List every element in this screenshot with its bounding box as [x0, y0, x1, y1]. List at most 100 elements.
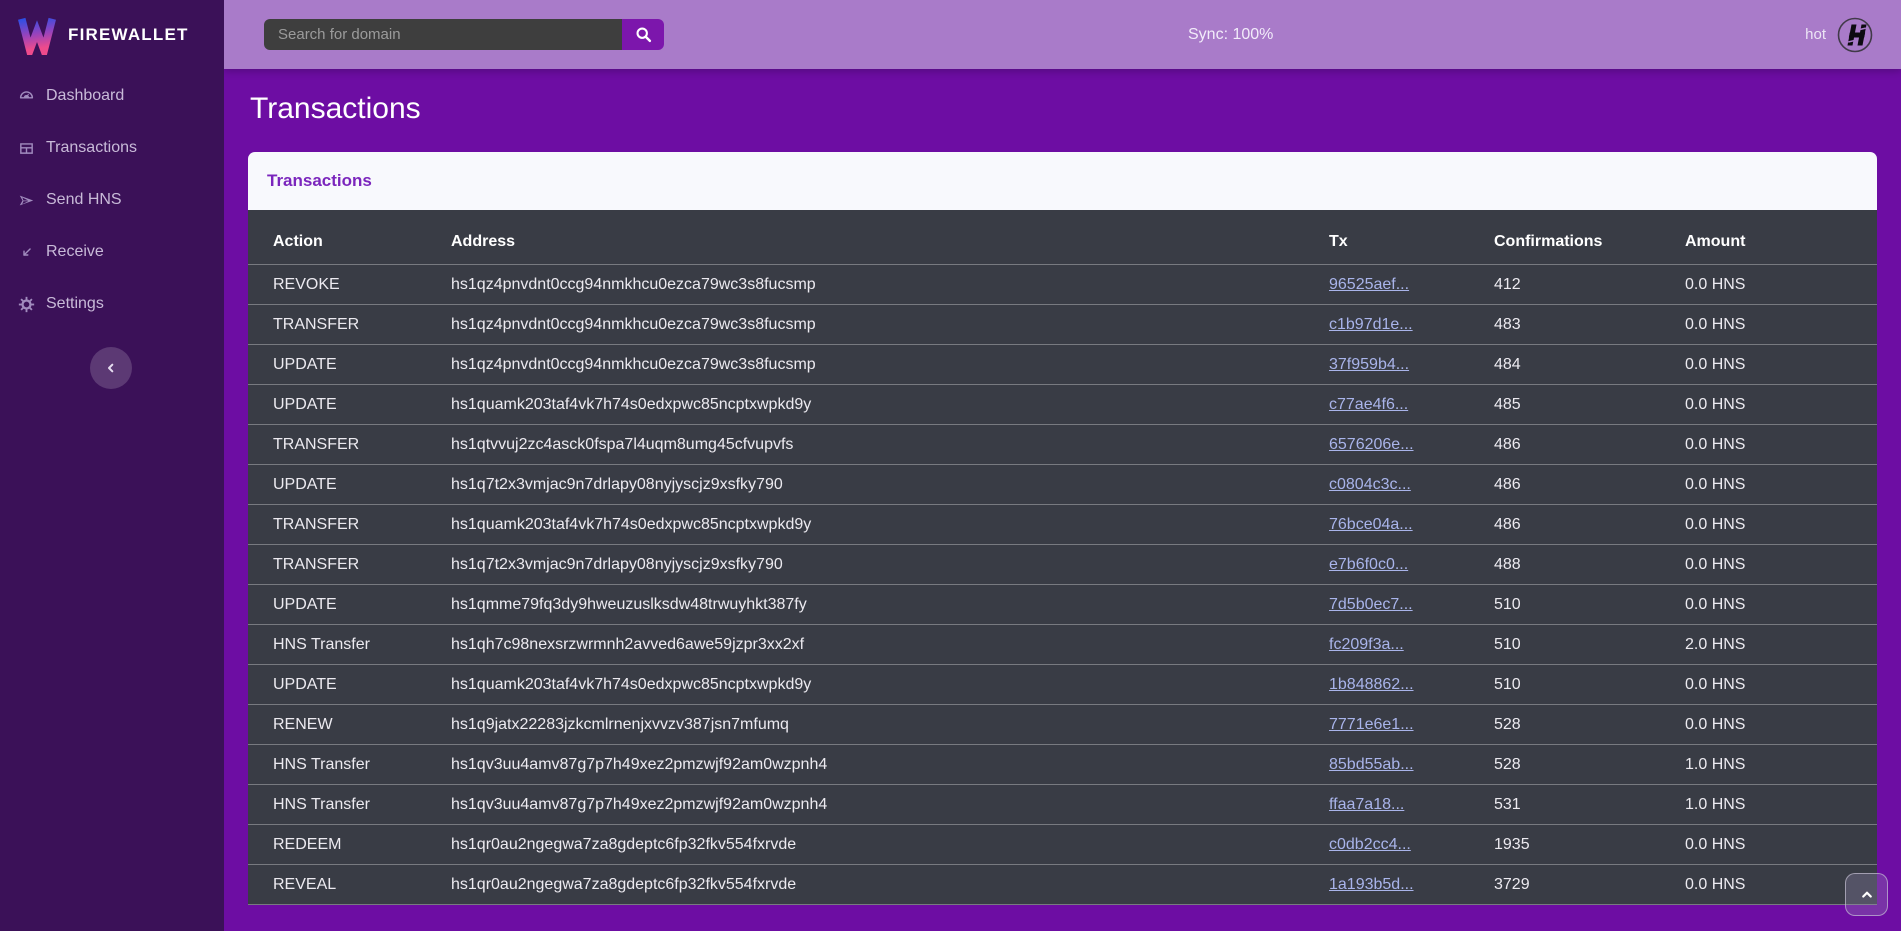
search-button[interactable]	[622, 19, 664, 50]
tx-link[interactable]: 85bd55ab...	[1329, 756, 1414, 773]
tx-confirmations: 528	[1494, 745, 1685, 785]
tx-address: hs1qz4pnvdnt0ccg94nmkhcu0ezca79wc3s8fucs…	[451, 345, 1329, 385]
tx-confirmations: 486	[1494, 505, 1685, 545]
page-title: Transactions	[250, 89, 1877, 129]
topbar: Sync: 100% hot	[224, 0, 1901, 69]
tx-link[interactable]: fc209f3a...	[1329, 636, 1404, 653]
table-row: TRANSFER hs1qz4pnvdnt0ccg94nmkhcu0ezca79…	[248, 305, 1877, 345]
search-input[interactable]	[264, 19, 622, 50]
tx-link[interactable]: 7d5b0ec7...	[1329, 596, 1413, 613]
tx-link[interactable]: c0db2cc4...	[1329, 836, 1411, 853]
tx-action: UPDATE	[248, 665, 451, 705]
tx-link[interactable]: 37f959b4...	[1329, 356, 1409, 373]
tx-confirmations: 531	[1494, 785, 1685, 825]
sidebar-nav: Dashboard Transactions Send HNS Receive …	[0, 69, 224, 330]
tx-action: TRANSFER	[248, 505, 451, 545]
tx-link[interactable]: 1a193b5d...	[1329, 876, 1414, 893]
tx-confirmations: 510	[1494, 625, 1685, 665]
transactions-icon	[18, 140, 35, 157]
tx-link[interactable]: c77ae4f6...	[1329, 396, 1408, 413]
scroll-to-top-button[interactable]	[1845, 873, 1888, 916]
table-row: UPDATE hs1quamk203taf4vk7h74s0edxpwc85nc…	[248, 665, 1877, 705]
tx-address: hs1qh7c98nexsrzwrmnh2avved6awe59jzpr3xx2…	[451, 625, 1329, 665]
firewallet-logo-icon	[16, 15, 58, 55]
table-row: REVOKE hs1qz4pnvdnt0ccg94nmkhcu0ezca79wc…	[248, 265, 1877, 305]
tx-confirmations: 510	[1494, 585, 1685, 625]
tx-amount: 0.0 HNS	[1685, 465, 1877, 505]
tx-action: RENEW	[248, 705, 451, 745]
tx-confirmations: 3729	[1494, 865, 1685, 905]
sidebar-item-receive[interactable]: Receive	[0, 226, 224, 278]
tx-link[interactable]: ffaa7a18...	[1329, 796, 1404, 813]
tx-confirmations: 1935	[1494, 825, 1685, 865]
sidebar: FIREWALLET Dashboard Transactions Send H…	[0, 0, 224, 931]
tx-action: REDEEM	[248, 825, 451, 865]
tx-action: UPDATE	[248, 345, 451, 385]
sidebar-item-transactions[interactable]: Transactions	[0, 122, 224, 174]
wallet-switcher: hot	[1805, 0, 1875, 69]
tx-confirmations: 483	[1494, 305, 1685, 345]
table-row: REDEEM hs1qr0au2ngegwa7za8gdeptc6fp32fkv…	[248, 825, 1877, 865]
handshake-logo-icon[interactable]	[1835, 15, 1875, 55]
tx-action: UPDATE	[248, 465, 451, 505]
tx-amount: 0.0 HNS	[1685, 825, 1877, 865]
tx-link[interactable]: 96525aef...	[1329, 276, 1409, 293]
tx-address: hs1q7t2x3vmjac9n7drlapy08nyjyscjz9xsfky7…	[451, 465, 1329, 505]
tx-link[interactable]: 1b848862...	[1329, 676, 1414, 693]
tx-confirmations: 485	[1494, 385, 1685, 425]
app-title: FIREWALLET	[68, 25, 189, 45]
tx-address: hs1qtvvuj2zc4asck0fspa7l4uqm8umg45cfvupv…	[451, 425, 1329, 465]
transactions-card: Transactions ActionAddressTxConfirmation…	[248, 152, 1877, 905]
tx-link[interactable]: 6576206e...	[1329, 436, 1414, 453]
tx-action: HNS Transfer	[248, 625, 451, 665]
table-header-row: ActionAddressTxConfirmationsAmount	[248, 210, 1877, 265]
tx-amount: 0.0 HNS	[1685, 345, 1877, 385]
tx-action: HNS Transfer	[248, 785, 451, 825]
tx-link[interactable]: c0804c3c...	[1329, 476, 1411, 493]
sidebar-item-settings[interactable]: Settings	[0, 278, 224, 330]
chevron-up-icon	[1858, 886, 1876, 904]
sidebar-item-send-hns[interactable]: Send HNS	[0, 174, 224, 226]
table-row: HNS Transfer hs1qh7c98nexsrzwrmnh2avved6…	[248, 625, 1877, 665]
tx-address: hs1qr0au2ngegwa7za8gdeptc6fp32fkv554fxrv…	[451, 865, 1329, 905]
receive-icon	[18, 244, 35, 261]
tx-amount: 0.0 HNS	[1685, 305, 1877, 345]
tx-action: UPDATE	[248, 585, 451, 625]
app-logo[interactable]: FIREWALLET	[0, 0, 224, 69]
tx-action: HNS Transfer	[248, 745, 451, 785]
table-row: RENEW hs1q9jatx22283jzkcmlrnenjxvvzv387j…	[248, 705, 1877, 745]
col-header-tx: Tx	[1329, 210, 1494, 265]
col-header-amount: Amount	[1685, 210, 1877, 265]
transactions-table: ActionAddressTxConfirmationsAmount REVOK…	[248, 210, 1877, 905]
tx-address: hs1qr0au2ngegwa7za8gdeptc6fp32fkv554fxrv…	[451, 825, 1329, 865]
sidebar-collapse-button[interactable]	[90, 347, 132, 389]
table-body: REVOKE hs1qz4pnvdnt0ccg94nmkhcu0ezca79wc…	[248, 265, 1877, 905]
tx-action: REVOKE	[248, 265, 451, 305]
tx-amount: 0.0 HNS	[1685, 425, 1877, 465]
sidebar-item-dashboard[interactable]: Dashboard	[0, 70, 224, 122]
tx-action: UPDATE	[248, 385, 451, 425]
sync-status: Sync: 100%	[1188, 0, 1273, 69]
tx-link[interactable]: e7b6f0c0...	[1329, 556, 1408, 573]
tx-amount: 0.0 HNS	[1685, 585, 1877, 625]
col-header-action: Action	[248, 210, 451, 265]
wallet-name-label: hot	[1805, 26, 1826, 43]
col-header-address: Address	[451, 210, 1329, 265]
tx-confirmations: 484	[1494, 345, 1685, 385]
tx-action: TRANSFER	[248, 305, 451, 345]
tx-confirmations: 486	[1494, 465, 1685, 505]
table-row: UPDATE hs1qmme79fq3dy9hweuzuslksdw48trwu…	[248, 585, 1877, 625]
tx-confirmations: 528	[1494, 705, 1685, 745]
tx-link[interactable]: 76bce04a...	[1329, 516, 1413, 533]
table-row: HNS Transfer hs1qv3uu4amv87g7p7h49xez2pm…	[248, 745, 1877, 785]
tx-amount: 0.0 HNS	[1685, 665, 1877, 705]
tx-link[interactable]: c1b97d1e...	[1329, 316, 1413, 333]
table-row: UPDATE hs1qz4pnvdnt0ccg94nmkhcu0ezca79wc…	[248, 345, 1877, 385]
card-title: Transactions	[267, 171, 372, 191]
table-row: UPDATE hs1q7t2x3vmjac9n7drlapy08nyjyscjz…	[248, 465, 1877, 505]
settings-icon	[18, 296, 35, 313]
domain-search	[264, 19, 664, 50]
table-row: TRANSFER hs1q7t2x3vmjac9n7drlapy08nyjysc…	[248, 545, 1877, 585]
tx-link[interactable]: 7771e6e1...	[1329, 716, 1414, 733]
col-header-confirmations: Confirmations	[1494, 210, 1685, 265]
